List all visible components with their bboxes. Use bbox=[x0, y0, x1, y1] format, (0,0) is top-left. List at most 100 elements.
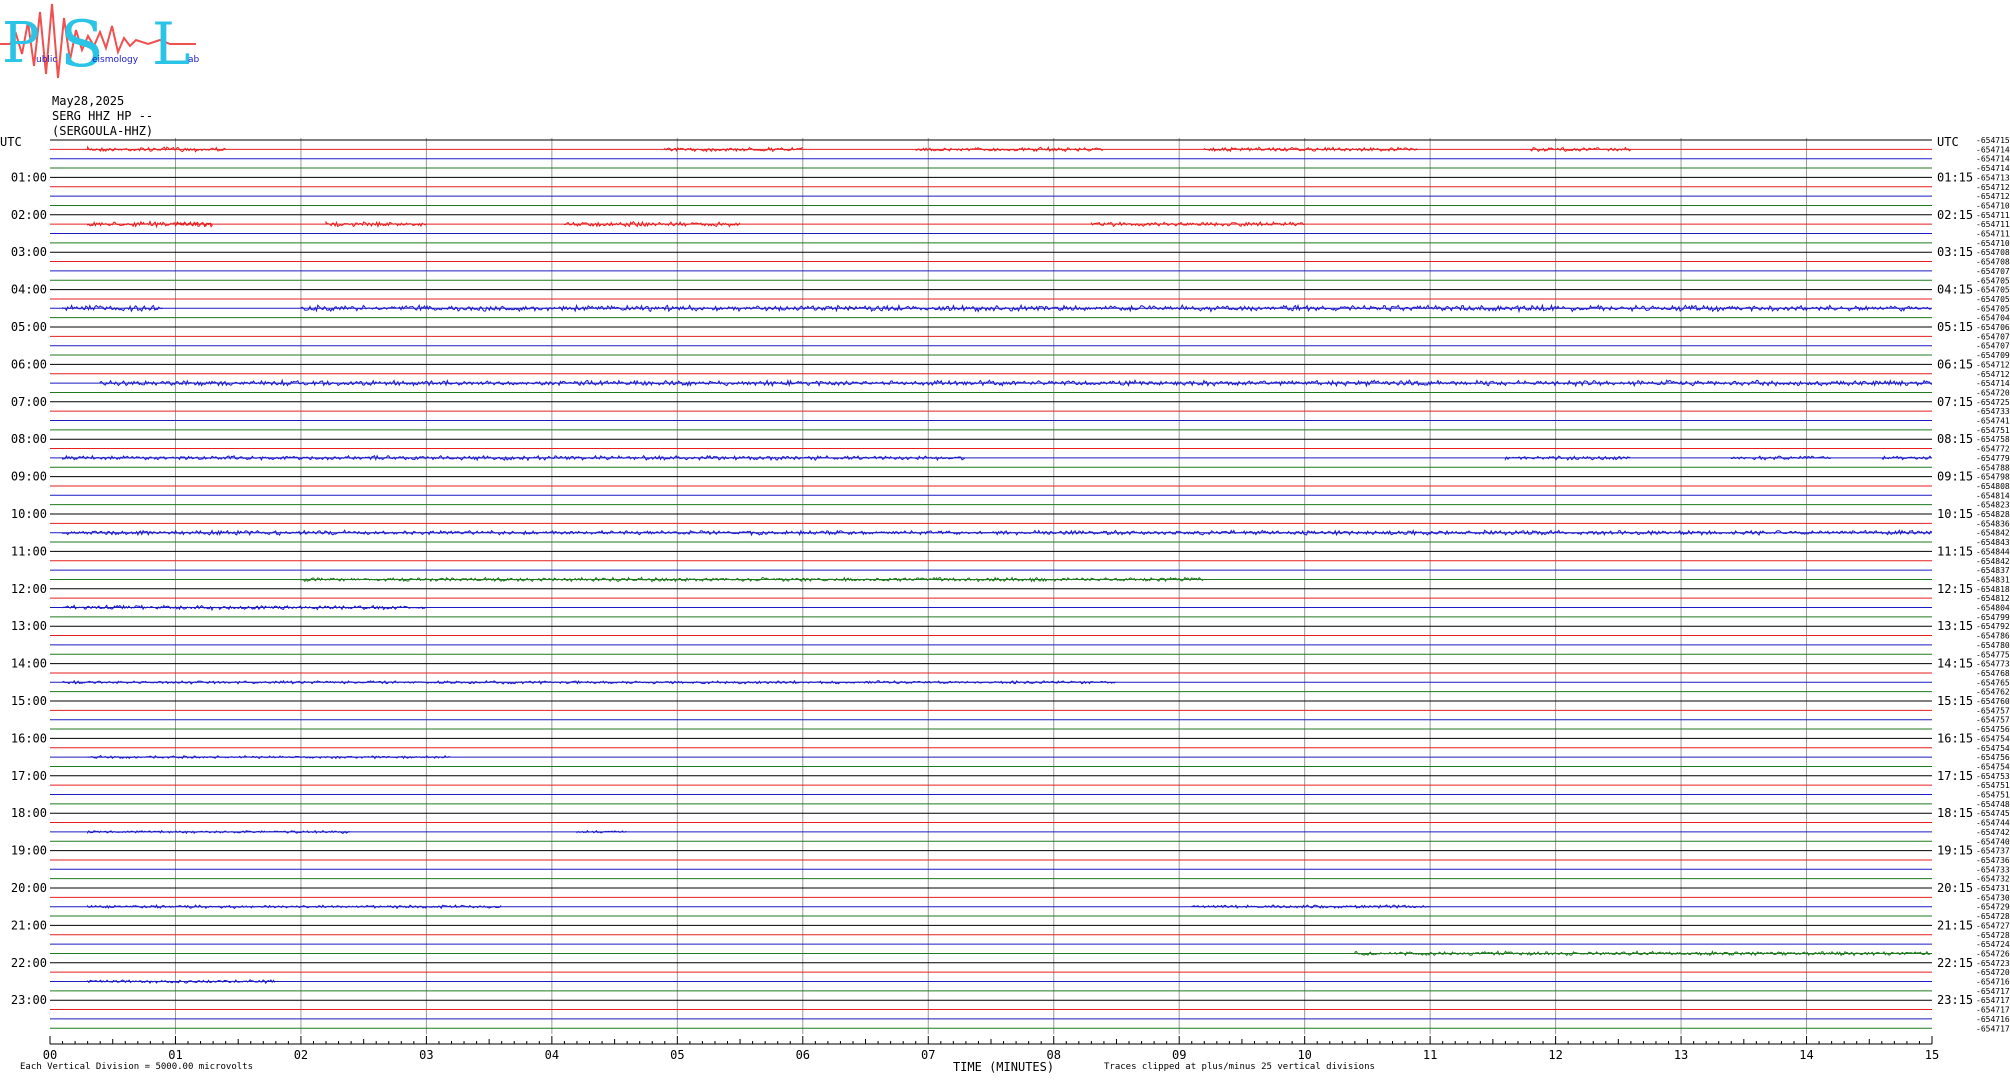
x-tick-label: 05 bbox=[670, 1048, 684, 1062]
trace-value-label: -6547051 bbox=[1976, 304, 2010, 313]
trace-value-label: -6547115 bbox=[1976, 220, 2010, 229]
trace-value-label: -6547107 bbox=[1976, 201, 2010, 210]
right-hour-label: 17:15 bbox=[1937, 769, 1973, 783]
trace-value-label: -6547252 bbox=[1976, 398, 2010, 407]
left-hour-label: 11:00 bbox=[11, 544, 47, 558]
x-tick-label: 15 bbox=[1925, 1048, 1939, 1062]
x-tick-label: 00 bbox=[43, 1048, 57, 1062]
left-hour-label: 21:00 bbox=[11, 918, 47, 932]
trace-value-label: -6547541 bbox=[1976, 744, 2010, 753]
left-hour-label: 22:00 bbox=[11, 956, 47, 970]
right-utc-label: UTC bbox=[1937, 135, 1959, 149]
trace-value-label: -6547583 bbox=[1976, 435, 2010, 444]
trace-value-label: -6547455 bbox=[1976, 809, 2010, 818]
trace-value-label: -6547247 bbox=[1976, 940, 2010, 949]
trace-value-label: -6548422 bbox=[1976, 557, 2010, 566]
trace-value-label: -6547238 bbox=[1976, 959, 2010, 968]
trace-value-label: -6547518 bbox=[1976, 781, 2010, 790]
seismic-activity bbox=[87, 979, 276, 985]
trace-value-label: -6548288 bbox=[1976, 510, 2010, 519]
trace-value-label: -6547861 bbox=[1976, 632, 2010, 641]
trace-value-label: -6547321 bbox=[1976, 875, 2010, 884]
clip-note: Traces clipped at plus/minus 25 vertical… bbox=[1104, 1062, 1375, 1072]
trace-value-label: -6547627 bbox=[1976, 688, 2010, 697]
trace-value-label: -6547882 bbox=[1976, 463, 2010, 472]
trace-value-label: -6547428 bbox=[1976, 828, 2010, 837]
trace-value-label: -6547723 bbox=[1976, 445, 2010, 454]
trace-value-label: -6548048 bbox=[1976, 604, 2010, 613]
trace-value-label: -6547123 bbox=[1976, 360, 2010, 369]
right-hour-label: 15:15 bbox=[1937, 694, 1973, 708]
trace-value-label: -6547071 bbox=[1976, 332, 2010, 341]
trace-value-label: -6547304 bbox=[1976, 893, 2010, 902]
left-utc-label: UTC bbox=[0, 135, 22, 149]
left-hour-label: 07:00 bbox=[11, 395, 47, 409]
seismic-activity bbox=[62, 679, 1116, 685]
trace-value-label: -6547569 bbox=[1976, 753, 2010, 762]
trace-value-label: -6547148 bbox=[1976, 145, 2010, 154]
trace-value-label: -6547066 bbox=[1976, 323, 2010, 332]
trace-value-label: -6547484 bbox=[1976, 800, 2010, 809]
x-tick-label: 07 bbox=[921, 1048, 935, 1062]
trace-value-label: -6547112 bbox=[1976, 211, 2010, 220]
right-hour-label: 06:15 bbox=[1937, 357, 1973, 371]
trace-value-label: -6547058 bbox=[1976, 286, 2010, 295]
trace-value-label: -6547653 bbox=[1976, 678, 2010, 687]
trace-value-label: -6547071 bbox=[1976, 342, 2010, 351]
trace-value-label: -6547179 bbox=[1976, 1024, 2010, 1033]
right-hour-label: 12:15 bbox=[1937, 582, 1973, 596]
right-hour-label: 07:15 bbox=[1937, 395, 1973, 409]
left-hour-label: 08:00 bbox=[11, 432, 47, 446]
trace-value-label: -6547999 bbox=[1976, 613, 2010, 622]
trace-value-label: -6547088 bbox=[1976, 258, 2010, 267]
left-hour-label: 09:00 bbox=[11, 470, 47, 484]
trace-value-label: -6547280 bbox=[1976, 912, 2010, 921]
trace-value-label: -6547337 bbox=[1976, 407, 2010, 416]
x-tick-label: 04 bbox=[545, 1048, 559, 1062]
right-hour-label: 14:15 bbox=[1937, 657, 1973, 671]
trace-value-label: -6547204 bbox=[1976, 388, 2010, 397]
left-hour-label: 03:00 bbox=[11, 245, 47, 259]
right-hour-label: 13:15 bbox=[1937, 619, 1973, 633]
trace-value-label: -6547053 bbox=[1976, 295, 2010, 304]
x-tick-label: 09 bbox=[1172, 1048, 1186, 1062]
left-hour-label: 01:00 bbox=[11, 170, 47, 184]
trace-value-label: -6547572 bbox=[1976, 716, 2010, 725]
trace-value-label: -6547074 bbox=[1976, 267, 2010, 276]
trace-value-label: -6547365 bbox=[1976, 856, 2010, 865]
right-hour-label: 10:15 bbox=[1937, 507, 1973, 521]
trace-value-label: -6547409 bbox=[1976, 837, 2010, 846]
left-hour-label: 16:00 bbox=[11, 731, 47, 745]
scale-note: Each Vertical Division = 5000.00 microvo… bbox=[20, 1062, 253, 1072]
helicorder-plot: UTC UTC 01:00 02:00 03:00 04:00 05:00 06:00 07:0… bbox=[0, 135, 2010, 1074]
trace-value-label: -6547117 bbox=[1976, 230, 2010, 239]
left-hour-label: 17:00 bbox=[11, 769, 47, 783]
trace-value-label: -6547202 bbox=[1976, 968, 2010, 977]
right-hour-label: 08:15 bbox=[1937, 432, 1973, 446]
trace-value-label: -6547791 bbox=[1976, 454, 2010, 463]
right-hour-label: 01:15 bbox=[1937, 170, 1973, 184]
trace-value-label: -6547149 bbox=[1976, 379, 2010, 388]
right-hour-label: 02:15 bbox=[1937, 208, 1973, 222]
trace-value-label: -6547564 bbox=[1976, 725, 2010, 734]
left-hour-label: 10:00 bbox=[11, 507, 47, 521]
trace-value-label: -6547543 bbox=[1976, 734, 2010, 743]
x-tick-label: 03 bbox=[419, 1048, 433, 1062]
trace-value-label: -6548230 bbox=[1976, 501, 2010, 510]
trace-value-label: -6547094 bbox=[1976, 351, 2010, 360]
trace-value-label: -6547516 bbox=[1976, 791, 2010, 800]
trace-value-label: -6547104 bbox=[1976, 239, 2010, 248]
trace-value-label: -6548441 bbox=[1976, 547, 2010, 556]
trace-value-label: -6548121 bbox=[1976, 594, 2010, 603]
trace-value-label: -6547577 bbox=[1976, 706, 2010, 715]
left-hour-label: 15:00 bbox=[11, 694, 47, 708]
trace-value-label: -6548366 bbox=[1976, 519, 2010, 528]
trace-value-label: -6547922 bbox=[1976, 622, 2010, 631]
left-hour-label: 20:00 bbox=[11, 881, 47, 895]
right-hour-label: 09:15 bbox=[1937, 470, 1973, 484]
trace-value-label: -6547731 bbox=[1976, 660, 2010, 669]
x-axis-title: TIME (MINUTES) bbox=[953, 1060, 1054, 1074]
seismic-activity bbox=[87, 829, 351, 835]
right-hour-label: 21:15 bbox=[1937, 918, 1973, 932]
right-hour-label: 05:15 bbox=[1937, 320, 1973, 334]
